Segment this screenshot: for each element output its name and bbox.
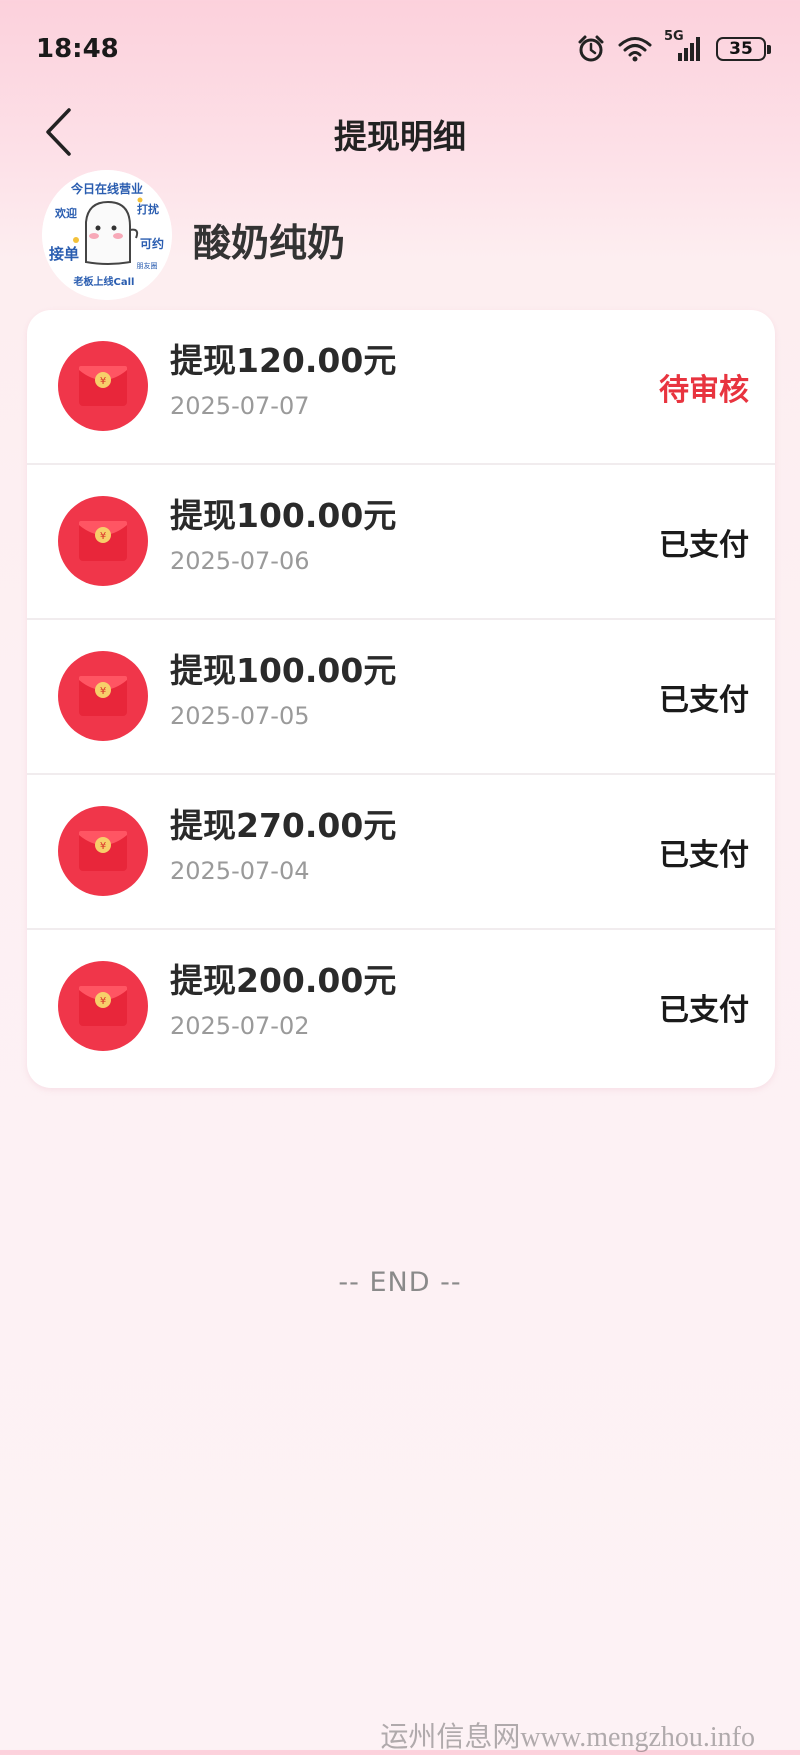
avatar-text-left2: 接单: [49, 245, 79, 263]
red-envelope-icon: ¥: [57, 650, 149, 742]
list-end-marker: -- END --: [338, 1267, 462, 1298]
svg-text:¥: ¥: [100, 841, 106, 852]
withdrawal-date: 2025-07-06: [170, 547, 310, 575]
red-envelope-icon: ¥: [57, 960, 149, 1052]
status-badge: 待审核: [659, 373, 749, 408]
wifi-icon: [618, 35, 652, 63]
withdrawal-date: 2025-07-04: [170, 857, 310, 885]
battery-indicator: 35: [716, 37, 771, 61]
status-bar: 18:48 5G 35: [0, 0, 800, 100]
avatar-text-bottom: 老板上线Call: [73, 275, 135, 288]
list-item[interactable]: ¥ 提现120.00元 2025-07-07 待审核: [27, 310, 775, 465]
red-envelope-icon: ¥: [57, 805, 149, 897]
red-envelope-icon: ¥: [57, 340, 149, 432]
avatar[interactable]: 今日在线营业 欢迎 打扰 接单 可约 朋友圈 老板上线Call: [42, 170, 172, 300]
withdrawal-title: 提现100.00元: [170, 651, 397, 690]
list-item[interactable]: ¥ 提现200.00元 2025-07-02 已支付: [27, 930, 775, 1085]
avatar-text-small: 朋友圈: [137, 261, 158, 270]
nav-bar: 提现明细: [0, 90, 800, 170]
svg-text:¥: ¥: [100, 531, 106, 542]
cellular-signal-icon: 5G: [664, 29, 704, 63]
avatar-text-right2: 可约: [140, 236, 164, 251]
red-envelope-icon: ¥: [57, 495, 149, 587]
withdrawal-date: 2025-07-05: [170, 702, 310, 730]
status-icons: 5G 35: [576, 29, 771, 64]
withdrawal-date: 2025-07-02: [170, 1012, 310, 1040]
alarm-icon: [576, 34, 606, 64]
profile-name: 酸奶纯奶: [193, 221, 346, 265]
svg-text:¥: ¥: [100, 376, 106, 387]
watermark: 运州信息网www.mengzhou.info: [380, 1722, 755, 1753]
profile-header: 今日在线营业 欢迎 打扰 接单 可约 朋友圈 老板上线Call 酸奶纯奶: [0, 170, 800, 300]
list-item[interactable]: ¥ 提现100.00元 2025-07-06 已支付: [27, 465, 775, 620]
withdrawal-title: 提现270.00元: [170, 806, 397, 845]
withdrawal-list: ¥ 提现120.00元 2025-07-07 待审核 ¥ 提现100.00元 2…: [27, 310, 775, 1088]
withdrawal-title: 提现100.00元: [170, 496, 397, 535]
status-badge: 已支付: [659, 993, 749, 1028]
avatar-text-top: 今日在线营业: [70, 181, 143, 196]
avatar-text-right1: 打扰: [137, 202, 159, 216]
svg-text:¥: ¥: [100, 686, 106, 697]
list-item[interactable]: ¥ 提现270.00元 2025-07-04 已支付: [27, 775, 775, 930]
network-type-label: 5G: [664, 29, 684, 44]
status-badge: 已支付: [659, 528, 749, 563]
withdrawal-title: 提现120.00元: [170, 341, 397, 380]
withdrawal-date: 2025-07-07: [170, 392, 310, 420]
withdrawal-title: 提现200.00元: [170, 961, 397, 1000]
page-title: 提现明细: [334, 117, 466, 156]
status-time: 18:48: [36, 34, 119, 64]
status-badge: 已支付: [659, 683, 749, 718]
avatar-text-left1: 欢迎: [54, 206, 77, 220]
status-badge: 已支付: [659, 838, 749, 873]
svg-text:¥: ¥: [100, 996, 106, 1007]
list-item[interactable]: ¥ 提现100.00元 2025-07-05 已支付: [27, 620, 775, 775]
